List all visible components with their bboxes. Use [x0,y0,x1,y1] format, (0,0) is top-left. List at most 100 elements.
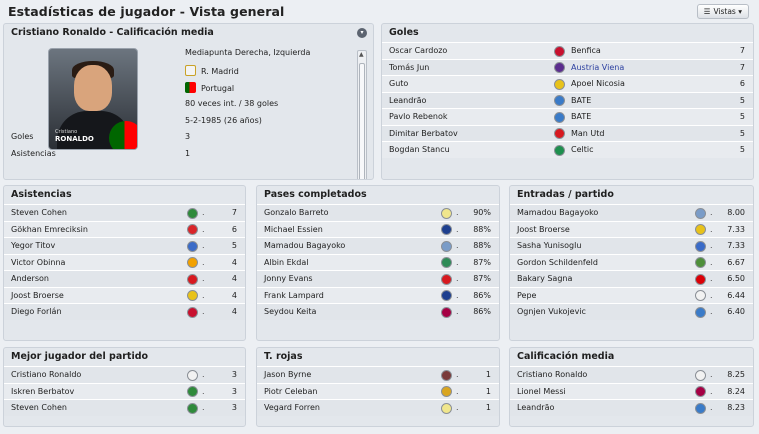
player-name[interactable]: Pepe [517,288,536,305]
player-name[interactable]: Albin Ekdal [264,255,309,272]
stat-row[interactable]: Joost Broerse. 7.33 [510,220,753,239]
club-name[interactable]: Austria Viena [571,60,624,77]
panel-menu-icon[interactable]: ▾ [357,28,367,38]
player-name[interactable]: Steven Cohen [11,400,67,417]
stat-value: 8.25 [727,370,745,379]
goles-title: Goles [389,27,419,38]
goles-row[interactable]: Tomás Jun Austria Viena 7 [382,58,753,77]
player-name[interactable]: Diego Forlán [11,304,62,321]
separator-dot: . [202,307,205,316]
player-name[interactable]: Joost Broerse [11,288,64,305]
stat-row[interactable]: Mamadou Bagayoko. 8.00 [510,204,753,221]
player-name[interactable]: Mamadou Bagayoko [264,238,345,255]
stat-row[interactable]: Pepe. 6.44 [510,286,753,305]
player-name[interactable]: Pavlo Rebenok [389,109,447,126]
stat-row[interactable]: Steven Cohen. 3 [4,399,245,416]
player-name[interactable]: Frank Lampard [264,288,324,305]
club-name[interactable]: Apoel Nicosia [571,76,625,93]
mejor-jugador-panel: Mejor jugador del partido Cristiano Ronal… [3,347,246,427]
player-name[interactable]: Leandrão [517,400,554,417]
player-name[interactable]: Oscar Cardozo [389,43,447,60]
player-name[interactable]: Sasha Yunisoglu [517,238,581,255]
stat-row[interactable]: Jonny Evans. 87% [257,270,499,287]
stat-row[interactable]: Leandrão. 8.23 [510,399,753,416]
stat-row[interactable]: Anderson. 4 [4,270,245,287]
goles-row[interactable]: Bogdan Stancu Celtic 5 [382,141,753,158]
goles-panel: Goles Oscar Cardozo Benfica 7 Tomás Jun Aust… [381,23,754,180]
goles-row[interactable]: Leandrão BATE 5 [382,91,753,110]
player-club-line[interactable]: R. Madrid [185,65,239,76]
player-card-scrollbar[interactable]: ▲ ▼ [357,50,367,179]
club-crest-icon [441,402,452,414]
player-name[interactable]: Bogdan Stancu [389,142,450,159]
stat-row[interactable]: Lionel Messi. 8.24 [510,382,753,401]
stat-row[interactable]: Cristiano Ronaldo. 8.25 [510,366,753,383]
stat-row[interactable]: Ognjen Vukojevic. 6.40 [510,303,753,320]
stat-row[interactable]: Diego Forlán. 4 [4,303,245,320]
stat-row[interactable]: Victor Obinna. 4 [4,253,245,272]
stat-row[interactable]: Bakary Sagna. 6.50 [510,270,753,287]
stat-row[interactable]: Joost Broerse. 4 [4,286,245,305]
player-name[interactable]: Michael Essien [264,222,323,239]
views-button[interactable]: ☰ Vistas ▾ [696,4,749,19]
player-name[interactable]: Leandrão [389,93,426,110]
player-name[interactable]: Anderson [11,271,49,288]
player-name[interactable]: Dimitar Berbatov [389,126,458,143]
player-name[interactable]: Vegard Forren [264,400,320,417]
stat-value: 3 [231,386,237,396]
club-name[interactable]: Man Utd [571,126,605,143]
stat-row[interactable]: Seydou Keita. 86% [257,303,499,320]
player-name[interactable]: Steven Cohen [11,205,67,222]
stat-row[interactable]: Yegor Titov. 5 [4,237,245,254]
player-name[interactable]: Seydou Keita [264,304,316,321]
player-name[interactable]: Ognjen Vukojevic [517,304,586,321]
goles-row[interactable]: Dimitar Berbatov Man Utd 5 [382,124,753,143]
player-name[interactable]: Gökhan Emreciksin [11,222,88,239]
goles-row[interactable]: Oscar Cardozo Benfica 7 [382,42,753,59]
player-name[interactable]: Yegor Titov [11,238,55,255]
player-name[interactable]: Lionel Messi [517,384,566,401]
player-name[interactable]: Piotr Celeban [264,384,317,401]
player-name[interactable]: Iskren Berbatov [11,384,74,401]
stat-row[interactable]: Steven Cohen. 7 [4,204,245,221]
player-name[interactable]: Victor Obinna [11,255,65,272]
player-name[interactable]: Cristiano Ronaldo [517,367,587,384]
stat-row[interactable]: Cristiano Ronaldo. 3 [4,366,245,383]
player-name[interactable]: Tomás Jun [389,60,429,77]
player-name[interactable]: Cristiano Ronaldo [11,367,81,384]
player-name[interactable]: Mamadou Bagayoko [517,205,598,222]
player-name[interactable]: Joost Broerse [517,222,570,239]
stat-row[interactable]: Jason Byrne. 1 [257,366,499,383]
player-name[interactable]: Jonny Evans [264,271,313,288]
club-name[interactable]: Celtic [571,142,594,159]
goles-row[interactable]: Pavlo Rebenok BATE 5 [382,108,753,125]
stat-row[interactable]: Iskren Berbatov. 3 [4,382,245,401]
stat-row[interactable]: Vegard Forren. 1 [257,399,499,416]
club-crest-icon [441,273,452,285]
player-name[interactable]: Jason Byrne [264,367,311,384]
club-name[interactable]: BATE [571,93,591,110]
stat-row[interactable]: Mamadou Bagayoko. 88% [257,237,499,254]
panel-title: Calificación media [517,351,615,362]
player-name[interactable]: Gonzalo Barreto [264,205,329,222]
player-name[interactable]: Gordon Schildenfeld [517,255,598,272]
stat-row[interactable]: Frank Lampard. 86% [257,286,499,305]
player-nation: Portugal [201,84,235,93]
player-name[interactable]: Bakary Sagna [517,271,572,288]
stat-row[interactable]: Gordon Schildenfeld. 6.67 [510,253,753,272]
player-name[interactable]: Guto [389,76,408,93]
scroll-thumb[interactable] [359,63,365,179]
stat-row[interactable]: Gonzalo Barreto. 90% [257,204,499,221]
scroll-up-icon[interactable]: ▲ [359,51,364,58]
stat-row[interactable]: Michael Essien. 88% [257,220,499,239]
stat-row[interactable]: Sasha Yunisoglu. 7.33 [510,237,753,254]
stat-row[interactable]: Piotr Celeban. 1 [257,382,499,401]
goals-value: 5 [739,128,745,138]
stat-row[interactable]: Albin Ekdal. 87% [257,253,499,272]
stat-row[interactable]: Gökhan Emreciksin. 6 [4,220,245,239]
club-name[interactable]: Benfica [571,43,601,60]
panel-title: Asistencias [11,189,72,200]
goles-row[interactable]: Guto Apoel Nicosia 6 [382,75,753,92]
player-nation-line[interactable]: Portugal [185,82,234,93]
club-name[interactable]: BATE [571,109,591,126]
